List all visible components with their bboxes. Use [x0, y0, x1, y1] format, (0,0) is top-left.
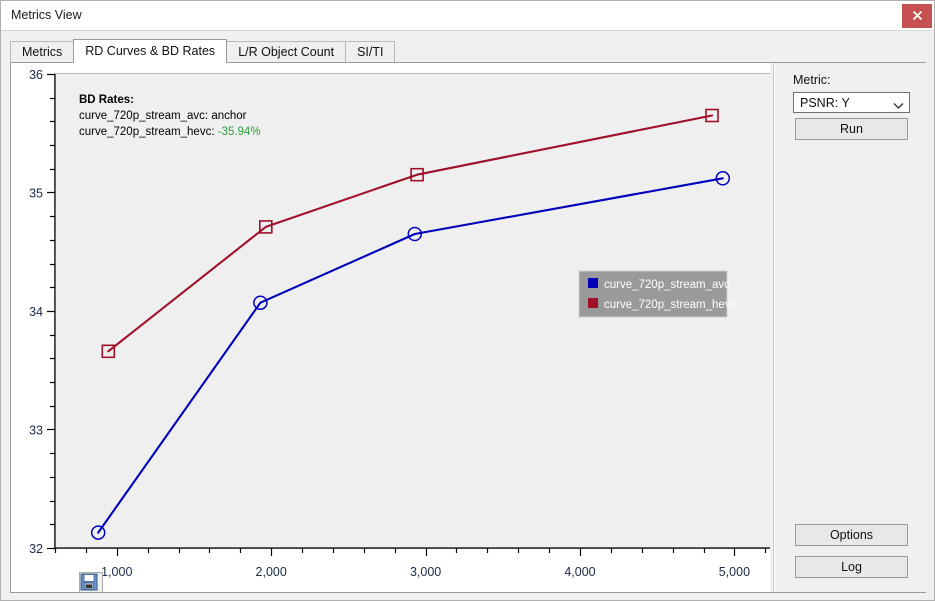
metric-select[interactable]: PSNR: Y: [793, 92, 910, 113]
x-axis-tick-label: 3,000: [410, 565, 441, 579]
x-axis-tick-label: 5,000: [719, 565, 750, 579]
title-bar: Metrics View: [1, 1, 934, 31]
annotation-row: curve_720p_stream_hevc: -35.94%: [79, 126, 261, 138]
legend-swatch: [588, 278, 598, 288]
legend-label: curve_720p_stream_avc: [604, 279, 730, 291]
log-button[interactable]: Log: [795, 556, 908, 578]
controls-panel: Metric: PSNR: Y Run Options Log: [779, 63, 926, 592]
y-axis-tick-label: 35: [29, 187, 43, 201]
chevron-down-icon: [893, 99, 904, 113]
window-title: Metrics View: [11, 8, 82, 22]
tab-si-ti[interactable]: SI/TI: [345, 41, 396, 63]
legend-swatch: [588, 298, 598, 308]
metric-select-value: PSNR: Y: [800, 96, 850, 110]
tab-strip: Metrics RD Curves & BD Rates L/R Object …: [1, 32, 934, 63]
x-axis-tick-label: 4,000: [564, 565, 595, 579]
y-axis-tick-label: 33: [29, 424, 43, 438]
rd-curve-plot[interactable]: 32 33 34 35 36 1,000 2,000 3,000 4,000 5,000 BD …: [11, 63, 771, 592]
y-axis: 32 33 34 35 36: [29, 68, 56, 556]
y-axis-tick-label: 36: [29, 68, 43, 82]
x-axis: 1,000 2,000 3,000 4,000 5,000: [54, 547, 771, 579]
x-axis-tick-label: 2,000: [256, 565, 287, 579]
tab-metrics[interactable]: Metrics: [10, 41, 75, 63]
close-icon: [912, 10, 922, 21]
floppy-disk-save-icon: [80, 573, 98, 591]
metric-label: Metric:: [793, 73, 831, 87]
close-button[interactable]: [902, 4, 932, 28]
y-axis-tick-label: 34: [29, 305, 43, 319]
run-button[interactable]: Run: [795, 118, 908, 140]
y-axis-tick-label: 32: [29, 542, 43, 556]
annotation-title: BD Rates:: [79, 94, 134, 106]
chart-legend: curve_720p_stream_avc curve_720p_stream_h…: [578, 270, 737, 318]
annotation-row: curve_720p_stream_avc: anchor: [79, 110, 247, 122]
metrics-view-window: Metrics View Metrics RD Curves & BD Rate…: [0, 0, 935, 601]
save-plot-button[interactable]: [79, 572, 103, 592]
options-button[interactable]: Options: [795, 524, 908, 546]
tab-lr-object-count[interactable]: L/R Object Count: [226, 41, 347, 63]
x-axis-tick-label: 1,000: [101, 565, 132, 579]
tab-rd-curves-bd-rates[interactable]: RD Curves & BD Rates: [73, 39, 228, 63]
panel-splitter[interactable]: [770, 63, 779, 592]
rd-curve-chart: 32 33 34 35 36 1,000 2,000 3,000 4,000 5,000 BD …: [29, 68, 771, 579]
legend-label: curve_720p_stream_hevc: [604, 299, 737, 311]
splitter-grip: [773, 63, 775, 592]
